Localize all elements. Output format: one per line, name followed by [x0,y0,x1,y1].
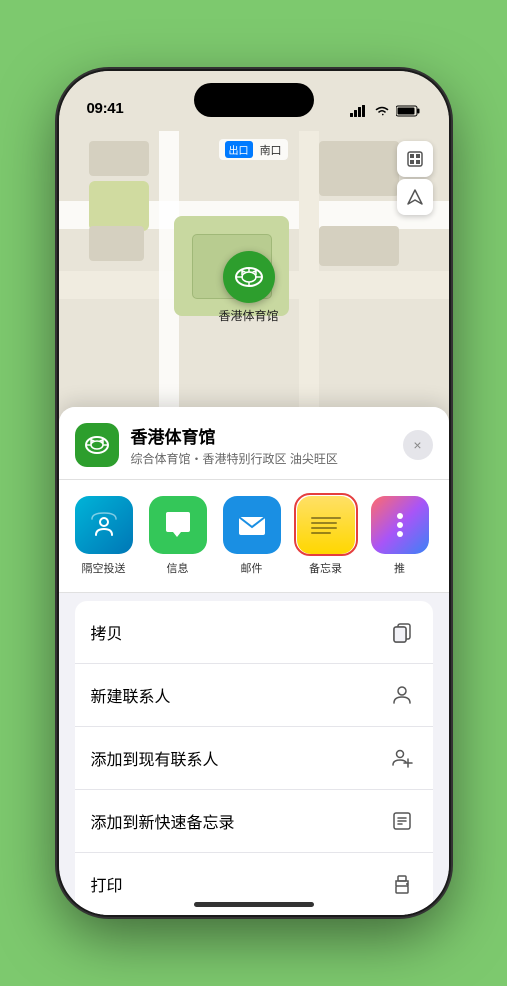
more-icon-wrap [371,496,429,554]
action-item-copy[interactable]: 拷贝 [75,601,433,664]
map-controls [397,141,433,215]
map-label-prefix: 出口 [225,141,253,158]
battery-icon [396,105,421,117]
note-icon [387,806,417,836]
map-south-gate-label: 出口 南口 [219,139,288,160]
signal-icon [350,105,368,117]
airdrop-icon-wrap [75,496,133,554]
phone-frame: 09:41 [59,71,449,915]
sheet-header: 香港体育馆 综合体育馆・香港特别行政区 油尖旺区 × [59,407,449,480]
new-contact-label: 新建联系人 [91,683,171,707]
copy-icon [387,617,417,647]
venue-sub: 综合体育馆・香港特别行政区 油尖旺区 [131,450,403,467]
venue-icon [75,423,119,467]
map-type-button[interactable] [397,141,433,177]
action-item-add-contact[interactable]: 添加到现有联系人 [75,727,433,790]
location-arrow-icon [406,188,424,206]
pin-label: 香港体育馆 [219,307,279,324]
share-item-message[interactable]: 信息 [149,496,207,576]
more-dots [397,513,403,537]
notes-icon-wrap [297,496,355,554]
print-label: 打印 [91,872,123,896]
map-layers-icon [405,149,425,169]
message-icon [161,508,195,542]
share-row: 隔空投送 信息 [59,480,449,593]
action-list: 拷贝 新建联系人 [75,601,433,915]
mail-icon-wrap [223,496,281,554]
message-icon-wrap [149,496,207,554]
person-icon [387,680,417,710]
home-indicator [194,902,314,907]
printer-icon [387,869,417,899]
venue-info: 香港体育馆 综合体育馆・香港特别行政区 油尖旺区 [131,423,403,467]
notes-lines [303,507,349,544]
quick-note-label: 添加到新快速备忘录 [91,809,235,833]
sheet-close-button[interactable]: × [403,430,433,460]
stadium-pin[interactable]: 香港体育馆 [219,251,279,324]
dynamic-island [194,83,314,117]
status-icons [350,105,421,117]
action-item-new-contact[interactable]: 新建联系人 [75,664,433,727]
share-item-notes[interactable]: 备忘录 [297,496,355,576]
copy-label: 拷贝 [91,620,123,644]
location-button[interactable] [397,179,433,215]
airdrop-label: 隔空投送 [82,560,126,576]
action-item-quick-note[interactable]: 添加到新快速备忘录 [75,790,433,853]
notes-label: 备忘录 [309,560,342,576]
venue-name: 香港体育馆 [131,423,403,448]
mail-icon [235,508,269,542]
pin-circle [223,251,275,303]
share-item-mail[interactable]: 邮件 [223,496,281,576]
status-time: 09:41 [87,100,124,117]
phone-screen: 09:41 [59,71,449,915]
mail-label: 邮件 [241,560,263,576]
add-contact-label: 添加到现有联系人 [91,746,219,770]
person-add-icon [387,743,417,773]
stadium-icon [233,261,265,293]
wifi-icon [374,105,390,117]
bottom-sheet: 香港体育馆 综合体育馆・香港特别行政区 油尖旺区 × 隔空投 [59,407,449,915]
message-label: 信息 [167,560,189,576]
venue-stadium-icon [83,431,111,459]
more-label: 推 [394,560,405,576]
share-item-airdrop[interactable]: 隔空投送 [75,496,133,576]
airdrop-icon [88,509,120,541]
share-item-more[interactable]: 推 [371,496,429,576]
